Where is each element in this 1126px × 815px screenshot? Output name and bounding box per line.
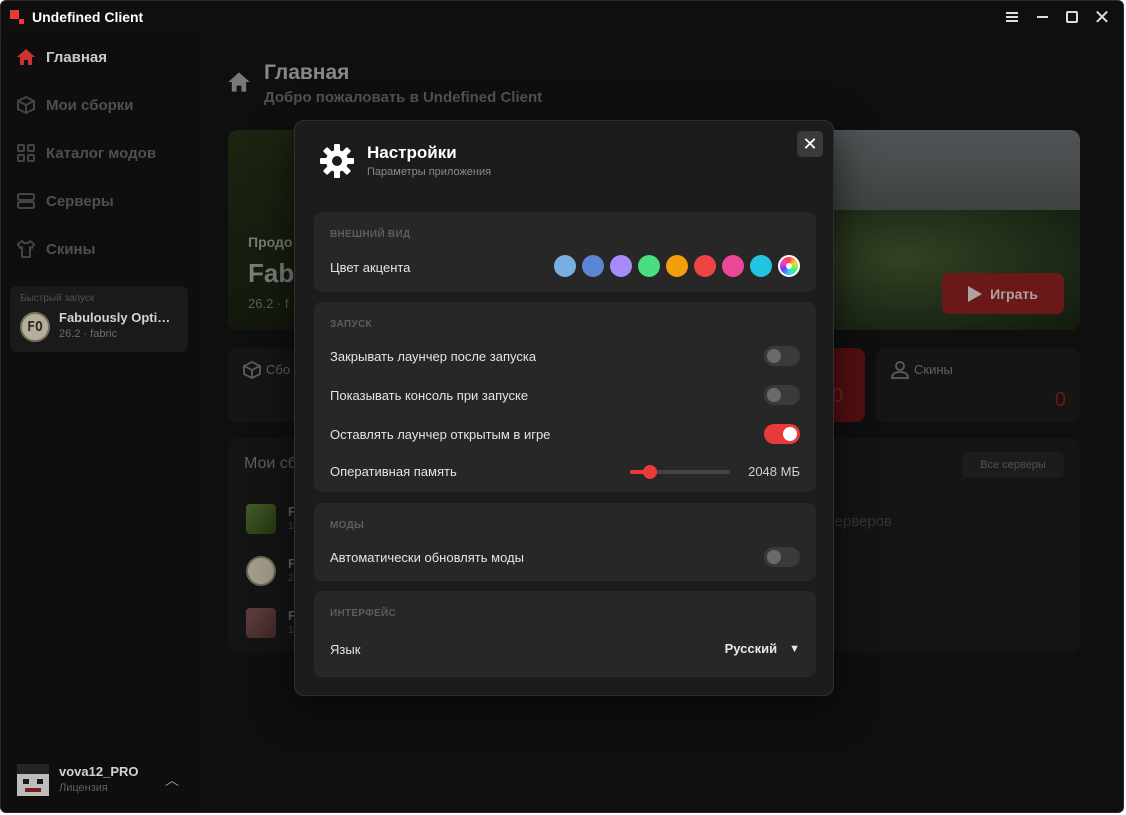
show-console-label: Показывать консоль при запуске <box>330 388 529 403</box>
close-after-launch-toggle[interactable] <box>764 346 800 366</box>
gear-icon <box>319 143 355 184</box>
modal-header: Настройки Параметры приложения ✕ <box>295 121 833 201</box>
swatch-purple[interactable] <box>610 255 632 277</box>
ram-label: Оперативная память <box>330 464 457 479</box>
section-title: ИНТЕРФЕЙС <box>330 608 397 619</box>
swatch-blue-light[interactable] <box>554 255 576 277</box>
keep-open-label: Оставлять лаунчер открытым в игре <box>330 427 551 442</box>
settings-modal: Настройки Параметры приложения ✕ ВНЕШНИЙ… <box>294 120 834 696</box>
menu-icon[interactable] <box>997 1 1027 33</box>
custom-color-picker[interactable] <box>778 255 800 277</box>
accent-color-label: Цвет акцента <box>330 260 411 275</box>
auto-update-label: Автоматически обновлять моды <box>330 550 524 565</box>
title-bar: Undefined Client ✕ <box>1 1 1123 33</box>
section-launch: ЗАПУСК Закрывать лаунчер после запуска П… <box>314 302 816 492</box>
section-title: ЗАПУСК <box>330 319 372 330</box>
accent-swatches <box>548 255 800 277</box>
window-controls: ✕ <box>997 1 1117 33</box>
ram-value: 2048 МБ <box>748 464 800 479</box>
minimize-icon[interactable] <box>1027 1 1057 33</box>
auto-update-toggle[interactable] <box>764 547 800 567</box>
swatch-blue[interactable] <box>582 255 604 277</box>
swatch-cyan[interactable] <box>750 255 772 277</box>
swatch-orange[interactable] <box>666 255 688 277</box>
modal-subtitle: Параметры приложения <box>367 166 492 178</box>
app-window: Undefined Client ✕ Главная Мои сборки Ка… <box>0 0 1124 813</box>
section-interface: ИНТЕРФЕЙС Язык Русский ▼ <box>314 591 816 677</box>
section-mods: МОДЫ Автоматически обновлять моды <box>314 503 816 581</box>
swatch-pink[interactable] <box>722 255 744 277</box>
show-console-toggle[interactable] <box>764 385 800 405</box>
language-value: Русский <box>724 641 778 656</box>
swatch-green[interactable] <box>638 255 660 277</box>
section-title: ВНЕШНИЙ ВИД <box>330 229 411 240</box>
ram-slider[interactable] <box>630 465 730 479</box>
app-title: Undefined Client <box>32 9 144 25</box>
section-title: МОДЫ <box>330 520 365 531</box>
slider-handle[interactable] <box>643 465 657 479</box>
maximize-icon[interactable] <box>1057 1 1087 33</box>
app-logo-icon <box>10 10 24 24</box>
language-label: Язык <box>330 642 361 657</box>
close-window-icon[interactable]: ✕ <box>1087 1 1117 33</box>
modal-title: Настройки <box>367 143 457 162</box>
close-icon[interactable]: ✕ <box>797 131 823 157</box>
section-appearance: ВНЕШНИЙ ВИД Цвет акцента <box>314 212 816 292</box>
keep-open-toggle[interactable] <box>764 424 800 444</box>
chevron-down-icon: ▼ <box>789 642 800 655</box>
swatch-red[interactable] <box>694 255 716 277</box>
language-select[interactable]: Русский ▼ <box>725 641 800 656</box>
close-after-launch-label: Закрывать лаунчер после запуска <box>330 349 537 364</box>
